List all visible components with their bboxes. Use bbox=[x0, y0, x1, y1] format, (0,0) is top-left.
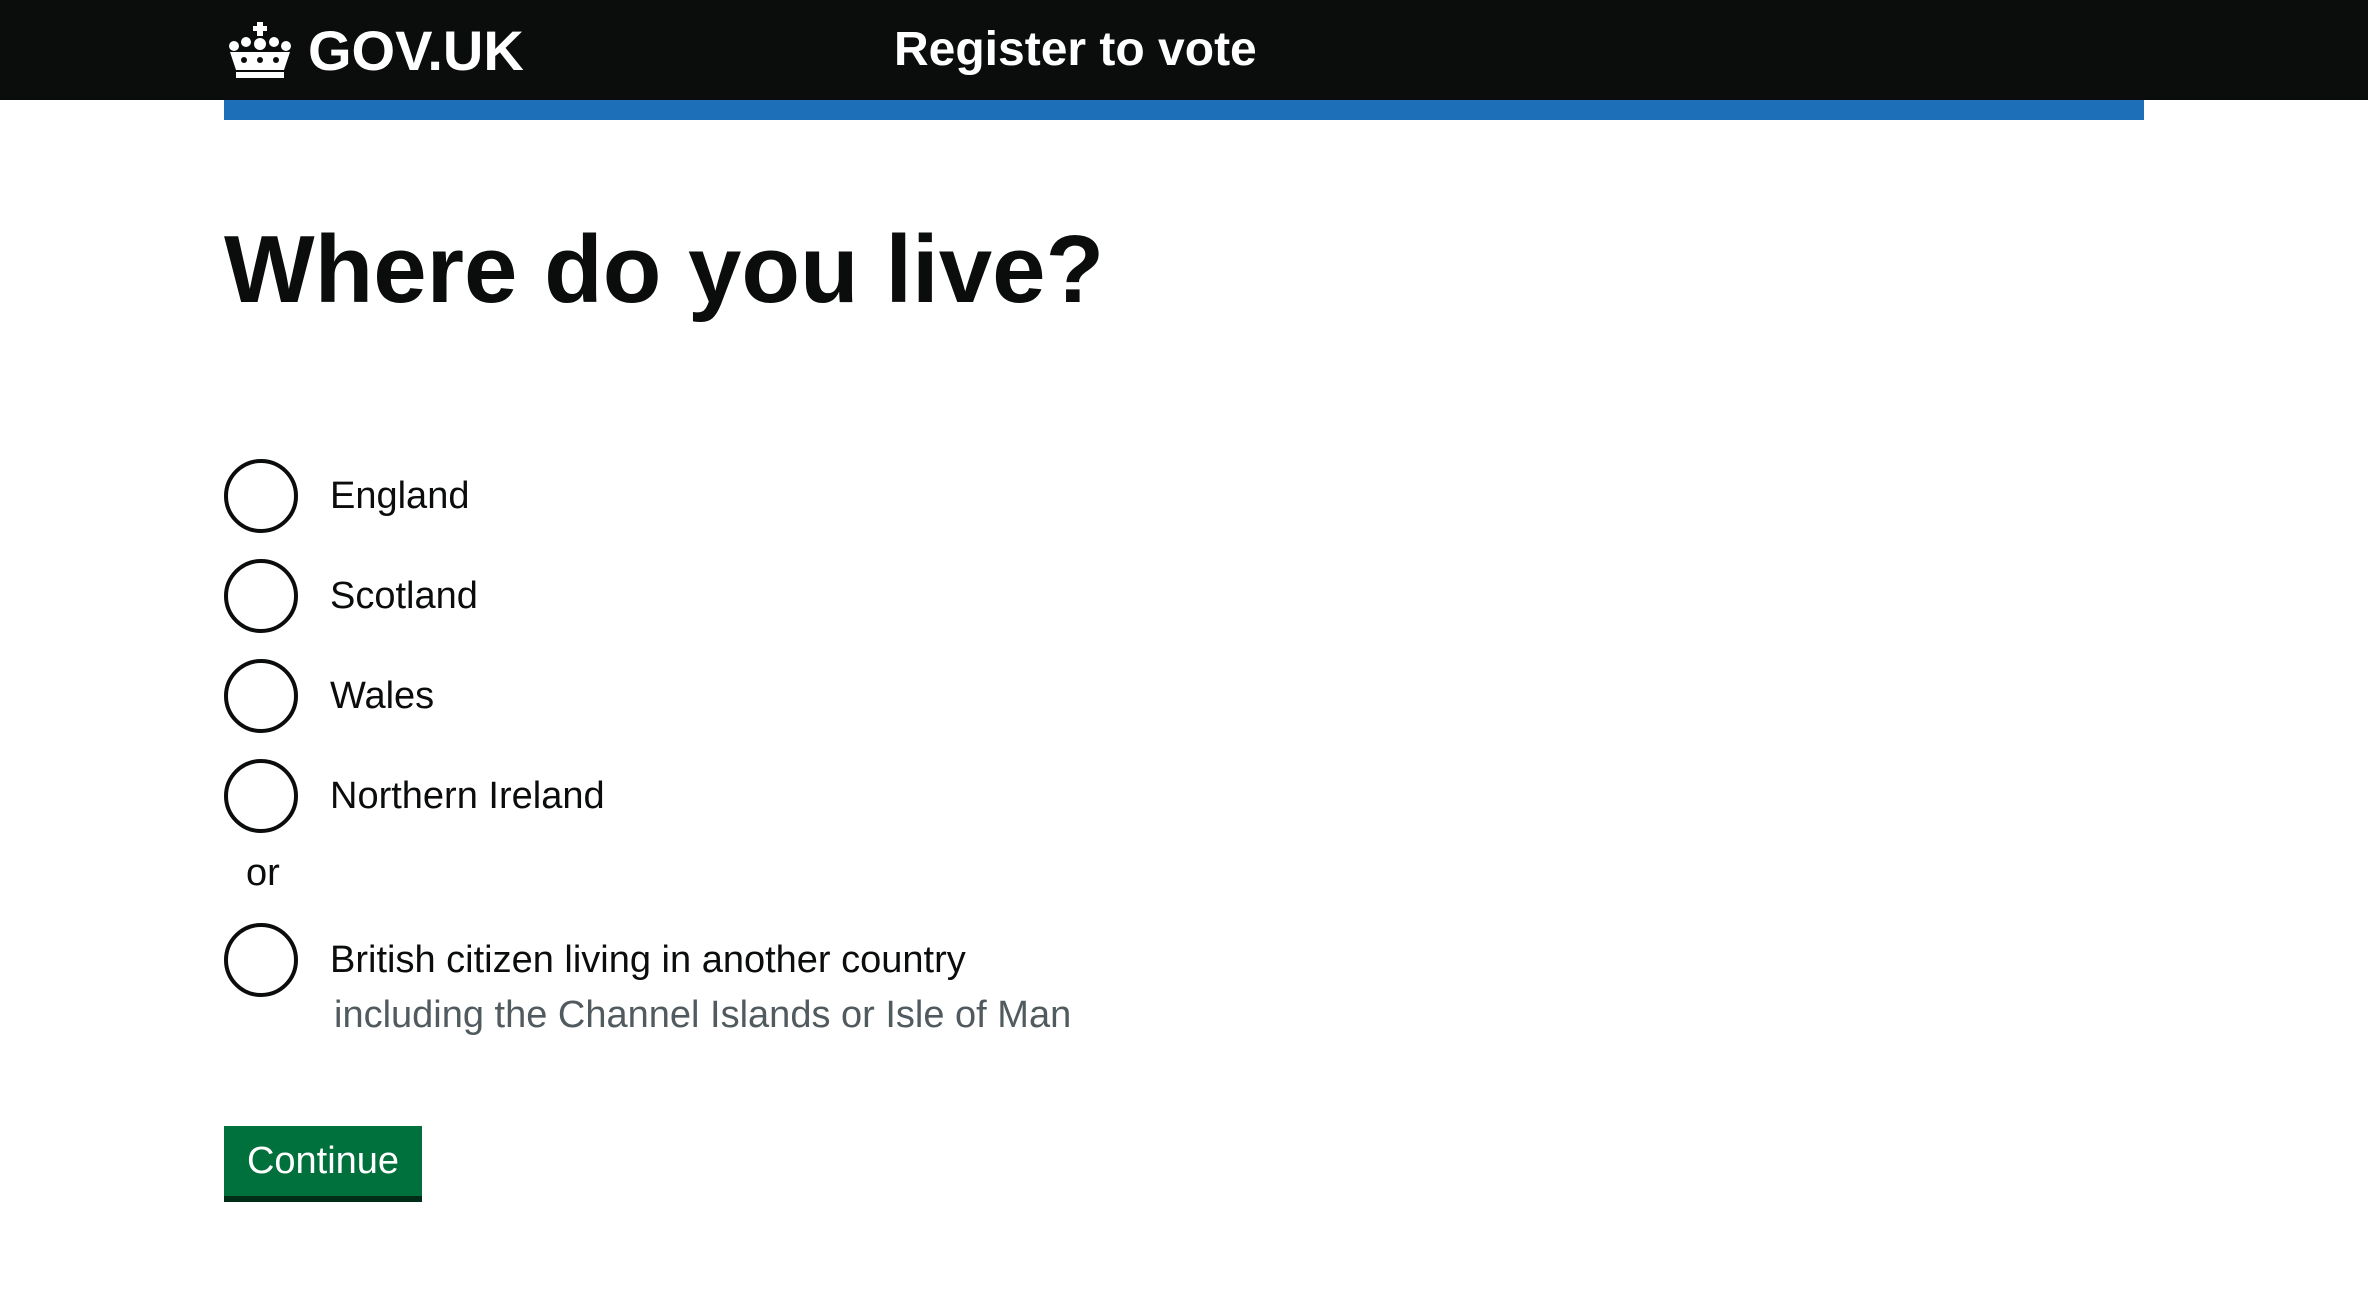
radio-label[interactable]: Northern Ireland bbox=[330, 772, 605, 820]
radio-button[interactable] bbox=[224, 659, 298, 733]
radio-option-england[interactable]: England bbox=[224, 456, 469, 536]
service-name-link[interactable]: Register to vote bbox=[894, 22, 1257, 77]
radio-label[interactable]: British citizen living in another countr… bbox=[330, 936, 966, 984]
radio-option-abroad[interactable]: British citizen living in another countr… bbox=[224, 920, 966, 1000]
header-accent-bar bbox=[224, 100, 2144, 120]
page-heading: Where do you live? bbox=[224, 216, 1105, 323]
radio-button[interactable] bbox=[224, 923, 298, 997]
continue-button[interactable]: Continue bbox=[224, 1126, 422, 1196]
radio-option-wales[interactable]: Wales bbox=[224, 656, 434, 736]
logo-text: GOV.UK bbox=[308, 18, 524, 82]
radio-option-scotland[interactable]: Scotland bbox=[224, 556, 478, 636]
radio-button[interactable] bbox=[224, 459, 298, 533]
radio-label[interactable]: Wales bbox=[330, 672, 434, 720]
radio-button[interactable] bbox=[224, 559, 298, 633]
radio-label[interactable]: England bbox=[330, 472, 469, 520]
radio-option-northern-ireland[interactable]: Northern Ireland bbox=[224, 756, 605, 836]
crown-icon bbox=[229, 22, 291, 78]
radio-label[interactable]: Scotland bbox=[330, 572, 478, 620]
radio-hint-text: including the Channel Islands or Isle of… bbox=[334, 994, 1072, 1036]
site-header: GOV.UK Register to vote bbox=[0, 0, 2368, 100]
options-divider-text: or bbox=[246, 852, 280, 894]
radio-button[interactable] bbox=[224, 759, 298, 833]
govuk-logo-link[interactable]: GOV.UK bbox=[224, 18, 524, 82]
